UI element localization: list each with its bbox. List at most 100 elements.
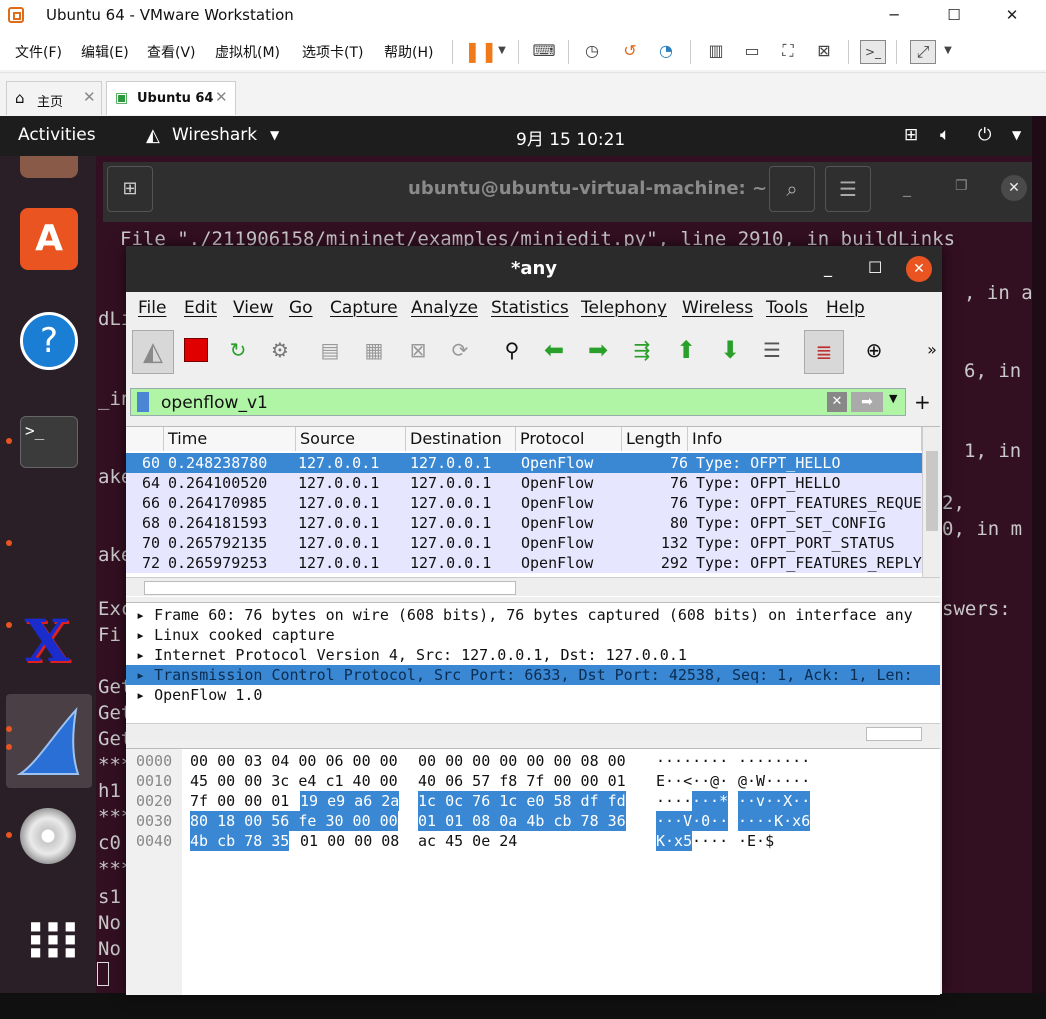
terminal-icon[interactable]: >_ — [20, 416, 78, 468]
minimize-icon[interactable]: _ — [824, 258, 832, 277]
menu-vm[interactable]: 虚拟机(M) — [215, 42, 280, 62]
find-packet-icon[interactable]: ⚲ — [496, 334, 528, 366]
detail-frame[interactable]: ▸ Frame 60: 76 bytes on wire (608 bits),… — [126, 605, 940, 625]
minimize-button[interactable]: ─ — [878, 4, 910, 26]
pause-icon[interactable]: ❚❚ — [464, 40, 498, 62]
xming-icon[interactable]: X — [16, 606, 78, 676]
clock[interactable]: 9月 15 10:21 — [516, 125, 625, 150]
menu-wireless[interactable]: Wireless — [682, 298, 753, 318]
close-icon[interactable]: ✕ — [215, 88, 228, 106]
unity-icon[interactable]: ⊠ — [812, 40, 836, 62]
send-keys-icon[interactable]: ⌨ — [532, 40, 556, 62]
save-file-icon[interactable]: ▦ — [358, 334, 390, 366]
column-header-no[interactable] — [126, 427, 164, 451]
packet-row[interactable]: 68 0.264181593 127.0.0.1 127.0.0.1 OpenF… — [126, 513, 922, 533]
menu-view[interactable]: View — [233, 298, 273, 318]
menu-tools[interactable]: Tools — [766, 298, 808, 318]
menu-help[interactable]: 帮助(H) — [384, 42, 433, 62]
open-file-icon[interactable]: ▤ — [314, 334, 346, 366]
menu-statistics[interactable]: Statistics — [491, 298, 569, 318]
go-forward-icon[interactable]: ➡ — [582, 334, 614, 366]
restart-capture-icon[interactable]: ↻ — [222, 334, 254, 366]
snapshot-icon[interactable]: ◷ — [580, 40, 604, 62]
wireshark-dock-item[interactable] — [6, 694, 92, 788]
menu-analyze[interactable]: Analyze — [411, 298, 478, 318]
menu-tabs[interactable]: 选项卡(T) — [302, 42, 363, 62]
reload-file-icon[interactable]: ⟳ — [444, 334, 476, 366]
details-hscrollbar[interactable] — [126, 723, 940, 742]
detail-ipv4[interactable]: ▸ Internet Protocol Version 4, Src: 127.… — [126, 645, 940, 665]
tab-home[interactable]: ⌂ 主页 ✕ — [6, 81, 102, 115]
search-icon[interactable]: ⌕ — [769, 166, 815, 212]
first-packet-icon[interactable]: ⬆ — [670, 334, 702, 366]
chevron-down-icon[interactable]: ▼ — [889, 392, 897, 405]
start-capture-icon[interactable]: ◭ — [132, 330, 174, 374]
stop-capture-icon[interactable] — [180, 334, 212, 366]
packet-row[interactable]: 70 0.265792135 127.0.0.1 127.0.0.1 OpenF… — [126, 533, 922, 553]
packet-row[interactable]: 64 0.264100520 127.0.0.1 127.0.0.1 OpenF… — [126, 473, 922, 493]
add-filter-button[interactable]: + — [914, 390, 931, 414]
column-header-info[interactable]: Info — [688, 427, 922, 451]
close-button[interactable]: ✕ — [996, 4, 1028, 26]
packet-list-hscrollbar[interactable] — [126, 577, 940, 596]
software-center-icon[interactable]: A — [20, 208, 78, 270]
snapshot-manager-icon[interactable]: ◔ — [654, 40, 678, 62]
go-back-icon[interactable]: ⬅ — [538, 334, 570, 366]
packet-row[interactable]: 66 0.264170985 127.0.0.1 127.0.0.1 OpenF… — [126, 493, 922, 513]
fullscreen-icon[interactable]: ⛶ — [776, 40, 800, 62]
menu-telephony[interactable]: Telephony — [581, 298, 667, 318]
close-file-icon[interactable]: ⊠ — [402, 334, 434, 366]
hamburger-menu-icon[interactable]: ☰ — [825, 166, 871, 212]
chevron-down-icon[interactable]: ▼ — [270, 128, 279, 142]
library-icon[interactable]: ▥ — [704, 40, 728, 62]
detail-tcp[interactable]: ▸ Transmission Control Protocol, Src Por… — [126, 665, 940, 685]
packet-row[interactable]: 60 0.248238780 127.0.0.1 127.0.0.1 OpenF… — [126, 453, 922, 473]
help-icon[interactable]: ? — [20, 312, 78, 370]
revert-snapshot-icon[interactable]: ↺ — [618, 40, 642, 62]
packet-row[interactable]: 72 0.265979253 127.0.0.1 127.0.0.1 OpenF… — [126, 553, 922, 573]
packet-list-vscrollbar[interactable] — [922, 427, 941, 577]
display-filter-input[interactable]: openflow_v1 — [161, 393, 268, 413]
maximize-button[interactable]: ☐ — [938, 4, 970, 26]
chevron-down-icon[interactable]: ▼ — [936, 40, 960, 62]
column-header-source[interactable]: Source — [296, 427, 406, 451]
close-icon[interactable]: ✕ — [906, 256, 932, 282]
bookmark-icon[interactable] — [137, 392, 149, 412]
scrollbar-thumb[interactable] — [926, 451, 938, 531]
menu-go[interactable]: Go — [289, 298, 313, 318]
display-filter-bar[interactable]: openflow_v1 ✕ ➡ ▼ — [130, 388, 906, 416]
detail-linux-cooked[interactable]: ▸ Linux cooked capture — [126, 625, 940, 645]
power-icon[interactable]: ⏻ — [978, 125, 991, 145]
menu-help[interactable]: Help — [826, 298, 865, 318]
tab-ubuntu64[interactable]: ▣ Ubuntu 64 ✕ — [106, 81, 236, 115]
menu-edit[interactable]: Edit — [184, 298, 217, 318]
last-packet-icon[interactable]: ⬇ — [714, 334, 746, 366]
menu-capture[interactable]: Capture — [330, 298, 398, 318]
restore-icon[interactable]: ❐ — [955, 178, 968, 194]
network-icon[interactable]: ⊞ — [904, 125, 918, 145]
thumbnail-icon[interactable]: ▭ — [740, 40, 764, 62]
colorize-icon[interactable]: ≣ — [804, 330, 844, 374]
menu-file[interactable]: 文件(F) — [15, 42, 62, 62]
minimize-icon[interactable]: _ — [903, 178, 911, 197]
more-tools-icon[interactable]: » — [916, 334, 948, 366]
menu-edit[interactable]: 编辑(E) — [81, 42, 129, 62]
close-icon[interactable]: ✕ — [1001, 175, 1027, 201]
autoscroll-icon[interactable]: ☰ — [756, 334, 788, 366]
detail-openflow[interactable]: ▸ OpenFlow 1.0 — [126, 685, 940, 705]
show-apps-icon[interactable]: ■■■ ■■■ ■■■ — [30, 920, 76, 960]
menu-file[interactable]: File — [138, 298, 166, 318]
apply-filter-icon[interactable]: ➡ — [851, 392, 883, 412]
scrollbar-thumb[interactable] — [866, 727, 922, 741]
maximize-icon[interactable]: ☐ — [868, 258, 882, 277]
zoom-in-icon[interactable]: ⊕ — [858, 334, 890, 366]
clear-filter-icon[interactable]: ✕ — [827, 392, 847, 412]
close-icon[interactable]: ✕ — [83, 88, 96, 106]
scrollbar-thumb[interactable] — [144, 581, 516, 595]
menu-view[interactable]: 查看(V) — [147, 42, 196, 62]
go-to-packet-icon[interactable]: ⇶ — [626, 334, 658, 366]
column-header-time[interactable]: Time — [164, 427, 296, 451]
activities-button[interactable]: Activities — [18, 125, 96, 145]
stretch-icon[interactable]: ⤢ — [910, 40, 936, 64]
app-menu[interactable]: Wireshark — [172, 125, 257, 145]
